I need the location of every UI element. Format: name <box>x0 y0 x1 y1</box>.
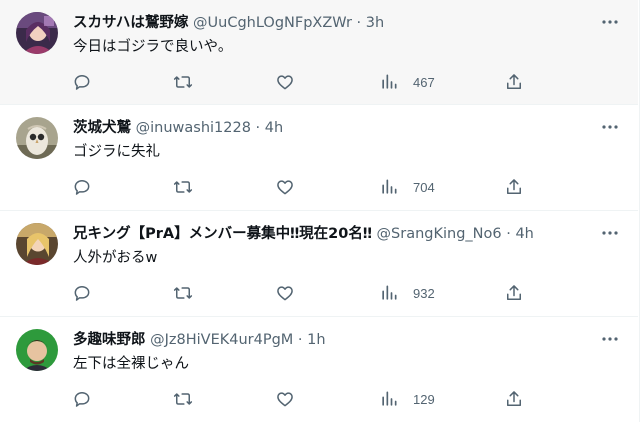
heart-icon <box>275 389 295 409</box>
tweet-text: ゴジラに失礼 <box>73 144 160 160</box>
share-button[interactable] <box>504 71 524 93</box>
views-button[interactable]: 704 <box>379 176 435 198</box>
reply-button[interactable] <box>72 71 92 93</box>
tweet-actions: 467 <box>72 71 532 93</box>
tweet-actions: 704 <box>72 176 532 198</box>
share-icon <box>504 389 524 409</box>
avatar[interactable] <box>16 223 58 265</box>
separator-dot: · <box>297 332 303 348</box>
more-options-icon[interactable] <box>600 225 620 241</box>
views-button[interactable]: 467 <box>379 71 435 93</box>
retweet-icon <box>173 283 193 303</box>
share-icon <box>504 72 524 92</box>
share-icon <box>504 283 524 303</box>
tweet-header: 茨城犬鷲 @inuwashi1228 · 4h <box>73 118 283 138</box>
tweet[interactable]: 茨城犬鷲 @inuwashi1228 · 4h ゴジラに失礼 704 <box>0 105 638 211</box>
timestamp[interactable]: 3h <box>366 15 384 31</box>
reply-icon <box>72 389 92 409</box>
user-handle[interactable]: @SrangKing_No6 <box>377 226 502 242</box>
more-options-icon[interactable] <box>600 331 620 347</box>
heart-icon <box>275 283 295 303</box>
user-handle[interactable]: @Jz8HiVEK4ur4PgM <box>150 332 293 348</box>
bar-chart-icon <box>379 72 399 92</box>
tweet[interactable]: 多趣味野郎 @Jz8HiVEK4ur4PgM · 1h 左下は全裸じゃん 129 <box>0 317 638 422</box>
like-button[interactable] <box>275 176 295 198</box>
tweet[interactable]: スカサハは鷲野嫁 @UuCghLOgNFpXZWr · 3h 今日はゴジラで良い… <box>0 0 638 105</box>
display-name[interactable]: スカサハは鷲野嫁 <box>73 15 188 31</box>
bar-chart-icon <box>379 389 399 409</box>
tweet-text: 左下は全裸じゃん <box>73 356 189 372</box>
retweet-button[interactable] <box>173 282 193 304</box>
display-name[interactable]: 多趣味野郎 <box>73 332 146 348</box>
view-count: 704 <box>413 179 435 195</box>
view-count: 932 <box>413 285 435 301</box>
retweet-icon <box>173 72 193 92</box>
share-icon <box>504 177 524 197</box>
like-button[interactable] <box>275 71 295 93</box>
retweet-icon <box>173 389 193 409</box>
avatar[interactable] <box>16 12 58 54</box>
timestamp[interactable]: 4h <box>515 226 533 242</box>
view-count: 129 <box>413 391 435 407</box>
heart-icon <box>275 72 295 92</box>
tweet-text: 今日はゴジラで良いや。 <box>73 39 233 55</box>
tweet-actions: 932 <box>72 282 532 304</box>
reply-icon <box>72 283 92 303</box>
reply-button[interactable] <box>72 176 92 198</box>
avatar[interactable] <box>16 117 58 159</box>
timestamp[interactable]: 4h <box>265 120 283 136</box>
reply-button[interactable] <box>72 388 92 410</box>
view-count: 467 <box>413 74 435 90</box>
retweet-button[interactable] <box>173 176 193 198</box>
bar-chart-icon <box>379 283 399 303</box>
retweet-button[interactable] <box>173 388 193 410</box>
tweet-text: 人外がおるw <box>73 250 158 266</box>
tweet-header: 多趣味野郎 @Jz8HiVEK4ur4PgM · 1h <box>73 330 326 350</box>
separator-dot: · <box>356 15 362 31</box>
avatar[interactable] <box>16 329 58 371</box>
reply-icon <box>72 72 92 92</box>
display-name[interactable]: 兄キング【PrA】メンバー募集中‼現在20名‼ <box>73 226 372 242</box>
share-button[interactable] <box>504 282 524 304</box>
like-button[interactable] <box>275 388 295 410</box>
share-button[interactable] <box>504 388 524 410</box>
tweet[interactable]: 兄キング【PrA】メンバー募集中‼現在20名‼ @SrangKing_No6 ·… <box>0 211 638 317</box>
more-options-icon[interactable] <box>600 14 620 30</box>
reply-button[interactable] <box>72 282 92 304</box>
timeline-feed: スカサハは鷲野嫁 @UuCghLOgNFpXZWr · 3h 今日はゴジラで良い… <box>0 0 640 422</box>
more-options-icon[interactable] <box>600 119 620 135</box>
reply-icon <box>72 177 92 197</box>
user-handle[interactable]: @inuwashi1228 <box>136 120 251 136</box>
tweet-header: スカサハは鷲野嫁 @UuCghLOgNFpXZWr · 3h <box>73 13 384 33</box>
timestamp[interactable]: 1h <box>307 332 325 348</box>
like-button[interactable] <box>275 282 295 304</box>
tweet-header: 兄キング【PrA】メンバー募集中‼現在20名‼ @SrangKing_No6 ·… <box>73 224 534 244</box>
share-button[interactable] <box>504 176 524 198</box>
separator-dot: · <box>255 120 261 136</box>
views-button[interactable]: 932 <box>379 282 435 304</box>
display-name[interactable]: 茨城犬鷲 <box>73 120 131 136</box>
bar-chart-icon <box>379 177 399 197</box>
views-button[interactable]: 129 <box>379 388 435 410</box>
user-handle[interactable]: @UuCghLOgNFpXZWr <box>193 15 352 31</box>
tweet-actions: 129 <box>72 388 532 410</box>
retweet-button[interactable] <box>173 71 193 93</box>
separator-dot: · <box>506 226 511 242</box>
retweet-icon <box>173 177 193 197</box>
heart-icon <box>275 177 295 197</box>
